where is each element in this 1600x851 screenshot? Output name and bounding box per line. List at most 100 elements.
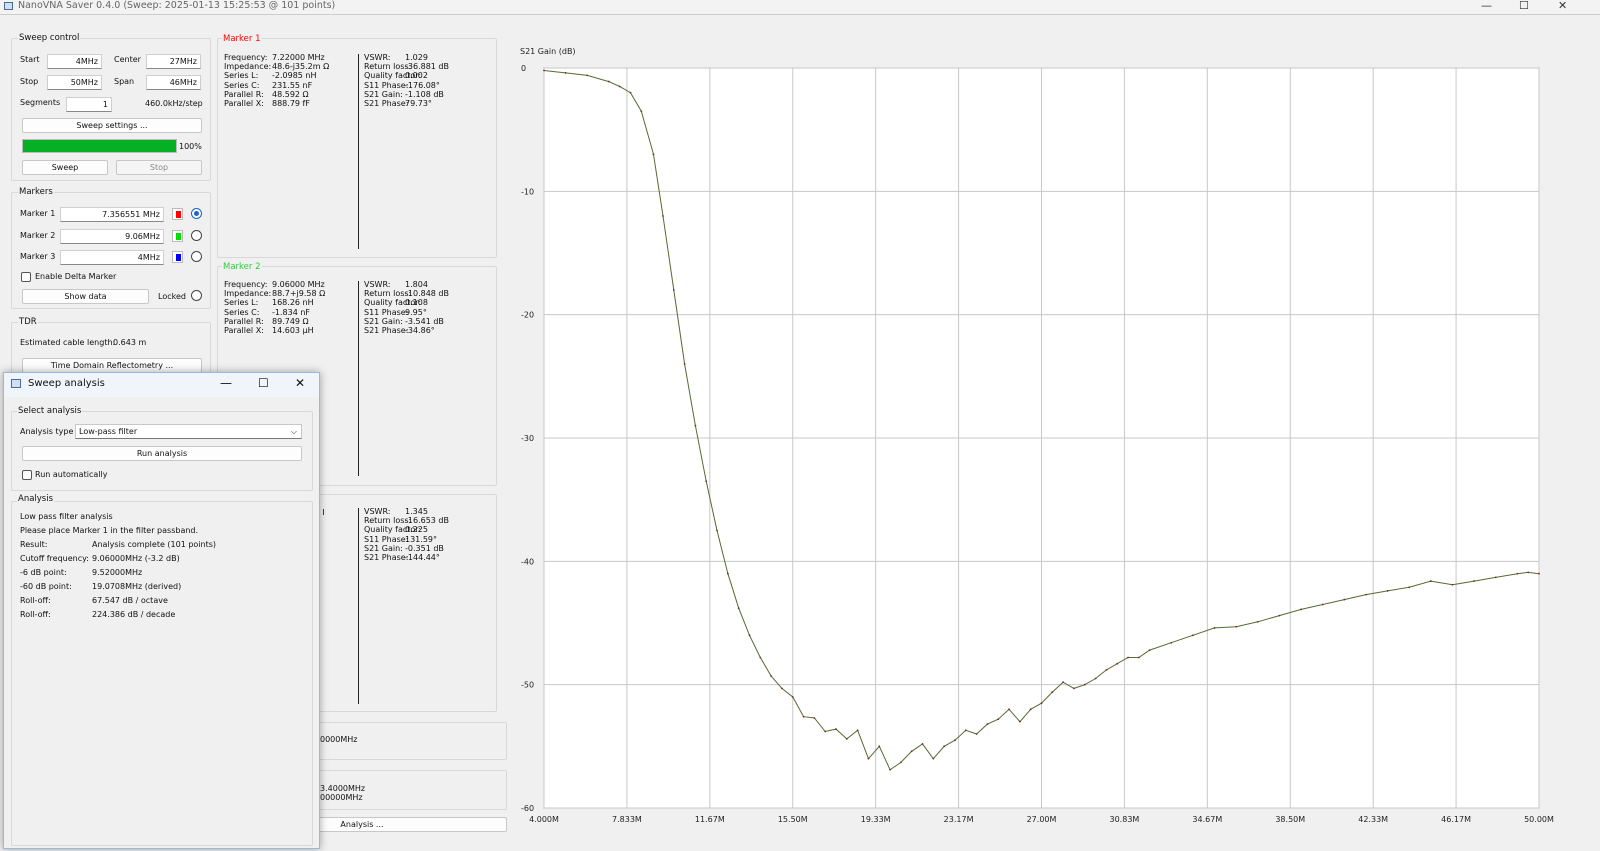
data-row: Frequency: 7.22000 MHz — [224, 53, 329, 62]
data-row: Series C: 231.55 nF — [224, 81, 329, 90]
marker-1-color-swatch — [176, 211, 181, 218]
data-key: VSWR: — [364, 280, 391, 289]
minimize-icon[interactable]: — — [1481, 0, 1492, 12]
center-input[interactable]: 27MHz — [146, 54, 201, 69]
dialog-maximize-icon[interactable]: ☐ — [258, 376, 269, 390]
cable-length-value: 0.643 m — [113, 338, 147, 347]
marker-3-divider — [358, 508, 359, 704]
data-point — [1516, 572, 1519, 575]
data-value: -16.653 dB — [405, 516, 449, 526]
marker-3-frequency-input[interactable]: 4MHz — [60, 250, 164, 265]
data-point — [1062, 681, 1065, 684]
data-value: -176.08° — [405, 80, 440, 90]
data-point — [652, 153, 655, 156]
run-automatically-checkbox[interactable] — [22, 470, 32, 480]
segments-input[interactable]: 1 — [66, 97, 112, 112]
data-key: S21 Gain: — [364, 89, 403, 99]
span-input[interactable]: 46MHz — [146, 75, 201, 90]
sweep-settings-button[interactable]: Sweep settings ... — [22, 118, 202, 133]
marker-3-active-radio[interactable] — [191, 251, 202, 262]
x-tick-label: 15.50M — [778, 815, 808, 824]
data-point — [564, 72, 567, 74]
delta-marker-checkbox[interactable] — [21, 272, 31, 282]
result-value: 67.547 dB / octave — [92, 596, 168, 605]
data-value: -144.44° — [405, 552, 440, 562]
data-point — [1137, 656, 1140, 659]
data-key: Return loss: — [364, 62, 412, 72]
data-row: Quality factor:0.108 — [364, 298, 449, 307]
y-tick-label: -20 — [521, 311, 534, 320]
data-point — [726, 572, 729, 575]
data-point — [1083, 683, 1086, 686]
maximize-icon[interactable]: ☐ — [1519, 0, 1529, 12]
data-value: 1.804 — [405, 280, 428, 289]
close-icon[interactable]: ✕ — [1558, 0, 1567, 12]
result-row: Roll-off: 224.386 dB / decade — [20, 610, 175, 619]
marker-3-label: Marker 3 — [20, 252, 56, 261]
x-tick-label: 23.17M — [944, 815, 974, 824]
data-point — [921, 742, 924, 745]
data-point — [1018, 720, 1021, 723]
data-point — [997, 718, 1000, 721]
sweep-button[interactable]: Sweep — [22, 160, 108, 175]
data-row: S21 Phase:79.73° — [364, 99, 449, 108]
data-point — [986, 723, 989, 726]
marker-2-frequency-input[interactable]: 9.06MHz — [60, 229, 164, 244]
data-value: -10.848 dB — [405, 289, 449, 299]
data-point — [910, 750, 913, 753]
stop-button[interactable]: Stop — [116, 160, 202, 175]
show-data-button[interactable]: Show data — [22, 289, 149, 304]
marker-1-color-button[interactable] — [172, 208, 183, 220]
stop-label: Stop — [20, 77, 39, 86]
marker-1-left-table: Frequency: 7.22000 MHz Impedance:48.6-j35… — [224, 53, 329, 108]
data-point — [607, 80, 610, 83]
data-point — [943, 745, 946, 748]
marker-2-color-button[interactable] — [172, 230, 183, 242]
center-label: Center — [114, 55, 141, 64]
result-value: 224.386 dB / decade — [92, 610, 176, 619]
analysis-type-select[interactable]: Low-pass filter ⌵ — [75, 424, 302, 439]
sweep-progress-text: 100% — [179, 142, 202, 151]
sweep-analysis-dialog: Sweep analysis — ☐ ✕ Select analysis Ana… — [3, 372, 320, 849]
marker-1-frequency-input[interactable]: 7.356551 MHz — [60, 207, 164, 222]
data-point — [662, 215, 664, 217]
data-point — [975, 733, 978, 735]
data-row: Impedance:88.7+j9.58 Ω — [224, 289, 325, 298]
data-value: -0.351 dB — [405, 543, 444, 553]
marker-2-panel-title: Marker 2 — [222, 262, 262, 272]
stop-input[interactable]: 50MHz — [47, 75, 102, 90]
data-row: S11 Phase:9.95° — [364, 308, 449, 317]
tdr-button[interactable]: Time Domain Reflectometry ... — [22, 358, 202, 373]
data-row: Parallel X: 888.79 fF — [224, 99, 329, 108]
x-tick-label: 27.00M — [1027, 815, 1057, 824]
analysis-type-value: Low-pass filter — [79, 427, 138, 436]
run-analysis-button[interactable]: Run analysis — [22, 446, 302, 461]
data-key: Quality factor: — [364, 525, 422, 535]
data-value: 88.7+j9.58 Ω — [272, 289, 326, 299]
sweep-control-title: Sweep control — [18, 33, 81, 43]
s21-gain-chart: S21 Gain (dB) 4.000M 7.833M 11.67M 15.50M 19… — [514, 38, 1600, 849]
data-value: 0.108 — [405, 298, 428, 308]
data-row: VSWR: 1.345 — [364, 507, 449, 516]
result-row: Roll-off: 67.547 dB / octave — [20, 596, 168, 605]
data-point — [1127, 656, 1129, 659]
locked-radio[interactable] — [191, 290, 202, 301]
marker-1-active-radio[interactable] — [191, 208, 202, 219]
marker-3-right-table: VSWR: 1.345 Return loss:-16.653 dB Qualit… — [364, 507, 449, 562]
y-tick-label: -50 — [521, 681, 534, 690]
data-point — [1538, 572, 1540, 575]
marker-2-active-radio[interactable] — [191, 230, 202, 241]
start-input[interactable]: 4MHz — [47, 54, 102, 69]
data-row: S11 Phase:-176.08° — [364, 81, 449, 90]
dialog-minimize-icon[interactable]: — — [220, 376, 232, 390]
data-point — [1094, 677, 1097, 680]
data-key: S21 Gain: — [364, 316, 403, 326]
data-key: Quality factor: — [364, 71, 422, 81]
data-point — [586, 74, 589, 77]
data-row: Parallel R: 48.592 Ω — [224, 90, 329, 99]
dialog-close-icon[interactable]: ✕ — [295, 376, 305, 390]
data-key: S21 Phase: — [364, 552, 409, 562]
marker-3-color-button[interactable] — [172, 251, 183, 263]
x-tick-label: 4.000M — [529, 815, 559, 824]
data-point — [672, 289, 675, 291]
